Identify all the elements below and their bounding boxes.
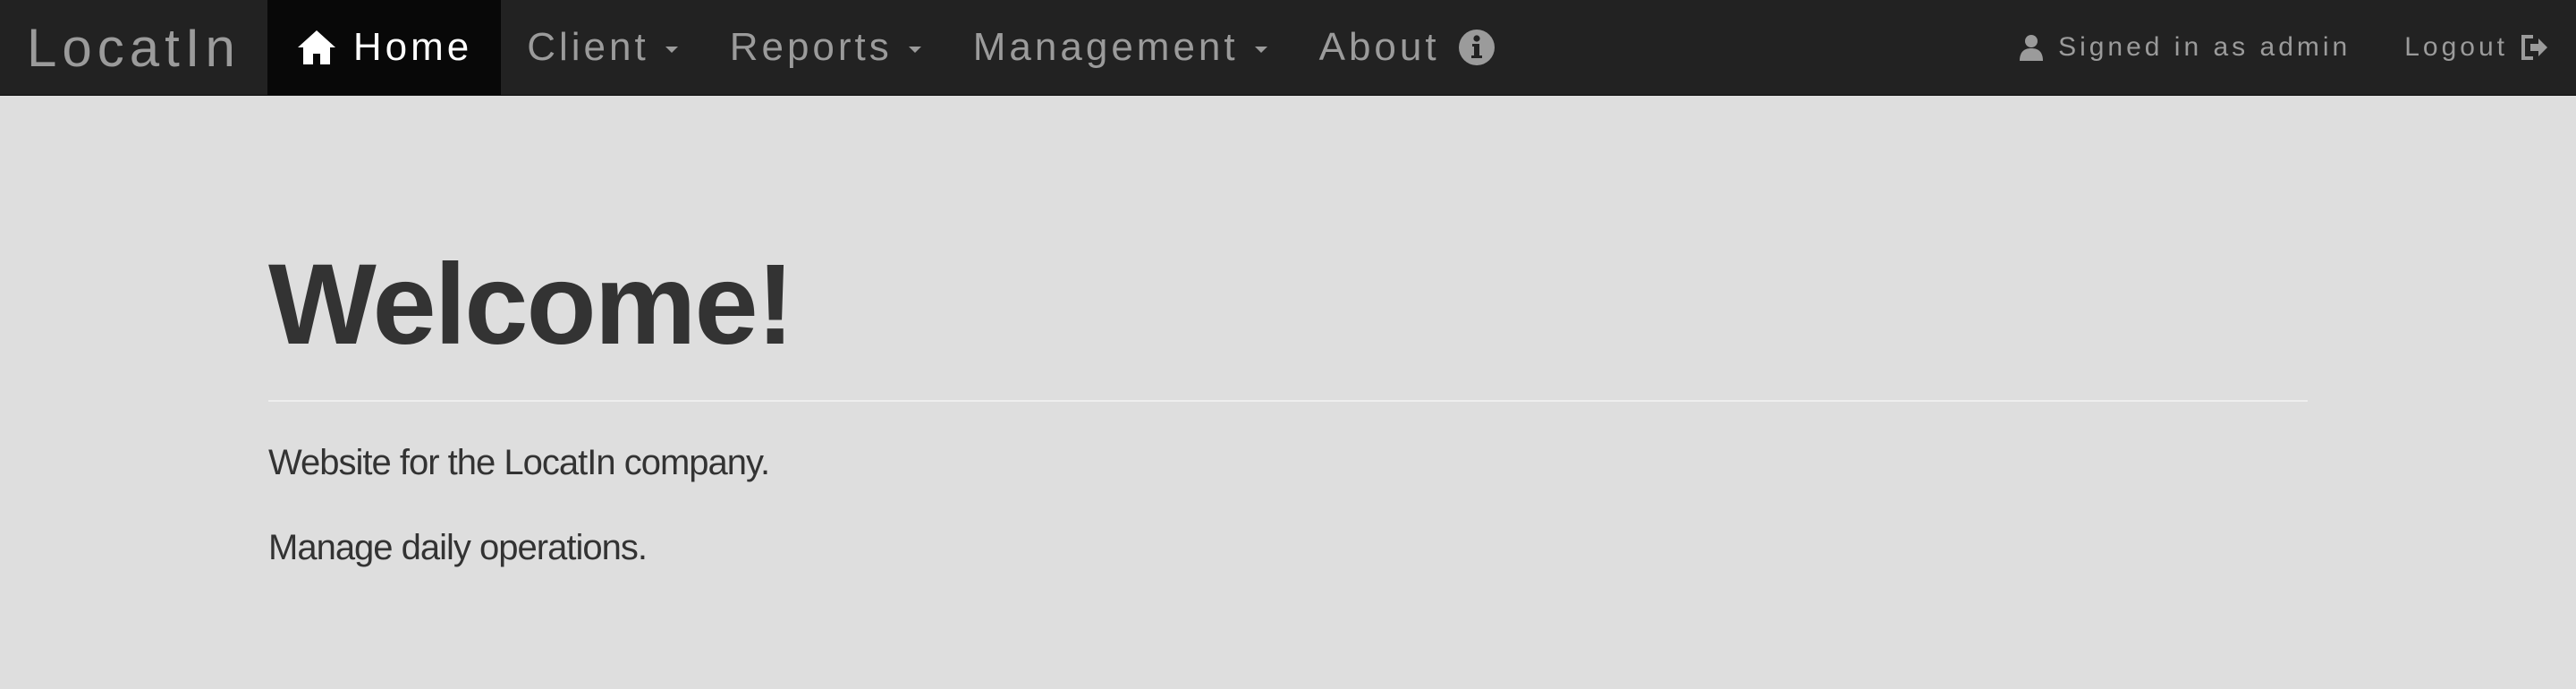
user-nav: Signed in as admin Logout xyxy=(1992,0,2576,95)
nav-client-label: Client xyxy=(527,25,649,69)
nav-about-label: About xyxy=(1318,25,1440,69)
logout-label: Logout xyxy=(2404,32,2508,62)
signed-in-label: Signed in as admin xyxy=(2058,32,2351,62)
nav-management[interactable]: Management xyxy=(947,0,1293,95)
signed-in-user[interactable]: Signed in as admin xyxy=(1992,0,2377,95)
nav-home-label: Home xyxy=(352,25,473,69)
chevron-down-icon xyxy=(665,46,678,53)
nav-home[interactable]: Home xyxy=(267,0,502,95)
chevron-down-icon xyxy=(908,46,921,53)
home-icon xyxy=(296,29,337,66)
logout-icon xyxy=(2521,34,2549,61)
top-navbar: LocatIn Home Client Reports Management A… xyxy=(0,0,2576,96)
nav-client[interactable]: Client xyxy=(501,0,704,95)
main-nav: Home Client Reports Management About xyxy=(267,0,1521,95)
tagline-text: Manage daily operations. xyxy=(268,528,648,567)
nav-reports-label: Reports xyxy=(729,25,893,69)
logout-link[interactable]: Logout xyxy=(2377,0,2576,95)
main-content: Welcome! Website for the LocatIn company… xyxy=(268,96,2308,568)
user-icon xyxy=(2019,34,2044,61)
nav-reports[interactable]: Reports xyxy=(704,0,947,95)
description-text: Website for the LocatIn company. xyxy=(268,443,770,482)
divider xyxy=(268,400,2308,402)
brand-logo[interactable]: LocatIn xyxy=(0,0,267,95)
chevron-down-icon xyxy=(1254,46,1267,53)
nav-about[interactable]: About xyxy=(1293,0,1521,95)
page-title: Welcome! xyxy=(268,241,794,369)
nav-management-label: Management xyxy=(972,25,1239,69)
info-icon xyxy=(1458,29,1496,66)
page-header: Welcome! xyxy=(268,248,2308,362)
